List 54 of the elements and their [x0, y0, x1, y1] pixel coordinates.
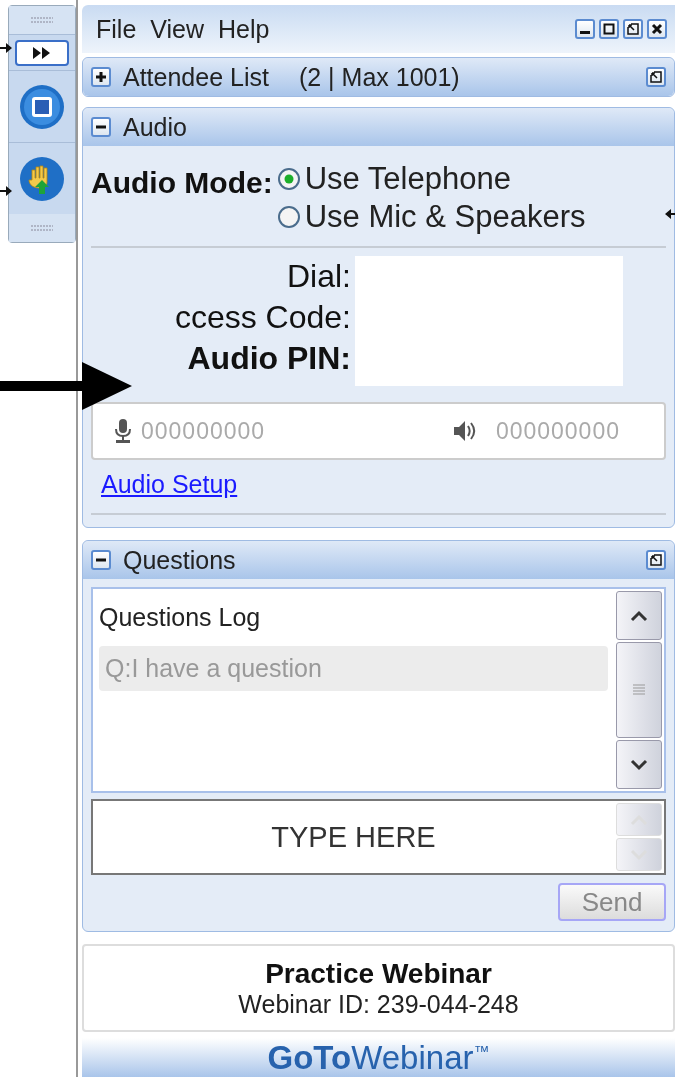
collapse-button[interactable] [91, 550, 111, 570]
menu-item[interactable]: File [96, 14, 137, 44]
raise-hand-button[interactable] [19, 155, 65, 202]
field-label: Audio PIN: [187, 339, 351, 378]
plus-icon [95, 71, 107, 83]
close-icon [651, 23, 663, 35]
radio-label: Use Telephone [304, 160, 511, 198]
pane-title: Questions [123, 545, 236, 575]
field-label: Dial: [287, 257, 351, 296]
grip-icon [632, 683, 646, 697]
radio-button[interactable] [276, 205, 301, 229]
pane-title: Audio [123, 112, 187, 142]
chevron-up-icon [630, 609, 648, 622]
grip-icon[interactable] [31, 224, 53, 232]
popout-icon [627, 23, 639, 35]
expand-button[interactable] [91, 67, 111, 87]
popout-button[interactable] [646, 550, 666, 570]
maximize-icon [603, 23, 615, 35]
attendee-count: (2 | Max 1001) [298, 62, 460, 92]
scrollbar-thumb[interactable] [616, 642, 662, 738]
collapse-button[interactable] [91, 117, 111, 137]
fast-forward-button[interactable] [15, 39, 69, 66]
radio-button[interactable] [276, 167, 301, 191]
close-button[interactable] [647, 19, 667, 39]
minimize-icon [580, 31, 590, 34]
popout-icon [650, 71, 662, 83]
microphone-icon [113, 418, 133, 444]
popout-button[interactable] [646, 67, 666, 87]
pane-title: Attendee List [123, 62, 269, 92]
pointer-arrow [665, 208, 675, 220]
webinar-title: Practice Webinar [265, 957, 492, 990]
log-title: Questions Log [99, 603, 262, 632]
menu-item[interactable]: View [150, 14, 205, 44]
pointer-arrow [0, 42, 12, 54]
popout-icon [650, 554, 662, 566]
brand-logo: GoToWebinar$^{™}$ [267, 1038, 490, 1077]
chevron-down-icon [630, 758, 648, 771]
scroll-down-button[interactable] [616, 740, 662, 789]
screen-share-button[interactable] [19, 83, 65, 130]
grip-icon[interactable] [31, 16, 53, 24]
minimize-button[interactable] [575, 19, 595, 39]
speaker-level-reading: 000000000 [495, 417, 620, 445]
pointer-arrow [0, 185, 12, 197]
webinar-id: Webinar ID: 239-044-248 [238, 989, 519, 1019]
menu-item[interactable]: Help [218, 14, 270, 44]
field-label: ccess Code: [174, 298, 351, 337]
maximize-button[interactable] [599, 19, 619, 39]
audio-setup-link[interactable]: Audio Setup [101, 470, 238, 499]
audio-mode-label: Audio Mode: [91, 166, 273, 200]
scroll-up-button[interactable] [616, 591, 662, 640]
popout-button[interactable] [623, 19, 643, 39]
speaker-icon [451, 419, 478, 443]
mic-level-reading: 000000000 [141, 417, 266, 445]
radio-label: Use Mic & Speakers [304, 198, 586, 236]
